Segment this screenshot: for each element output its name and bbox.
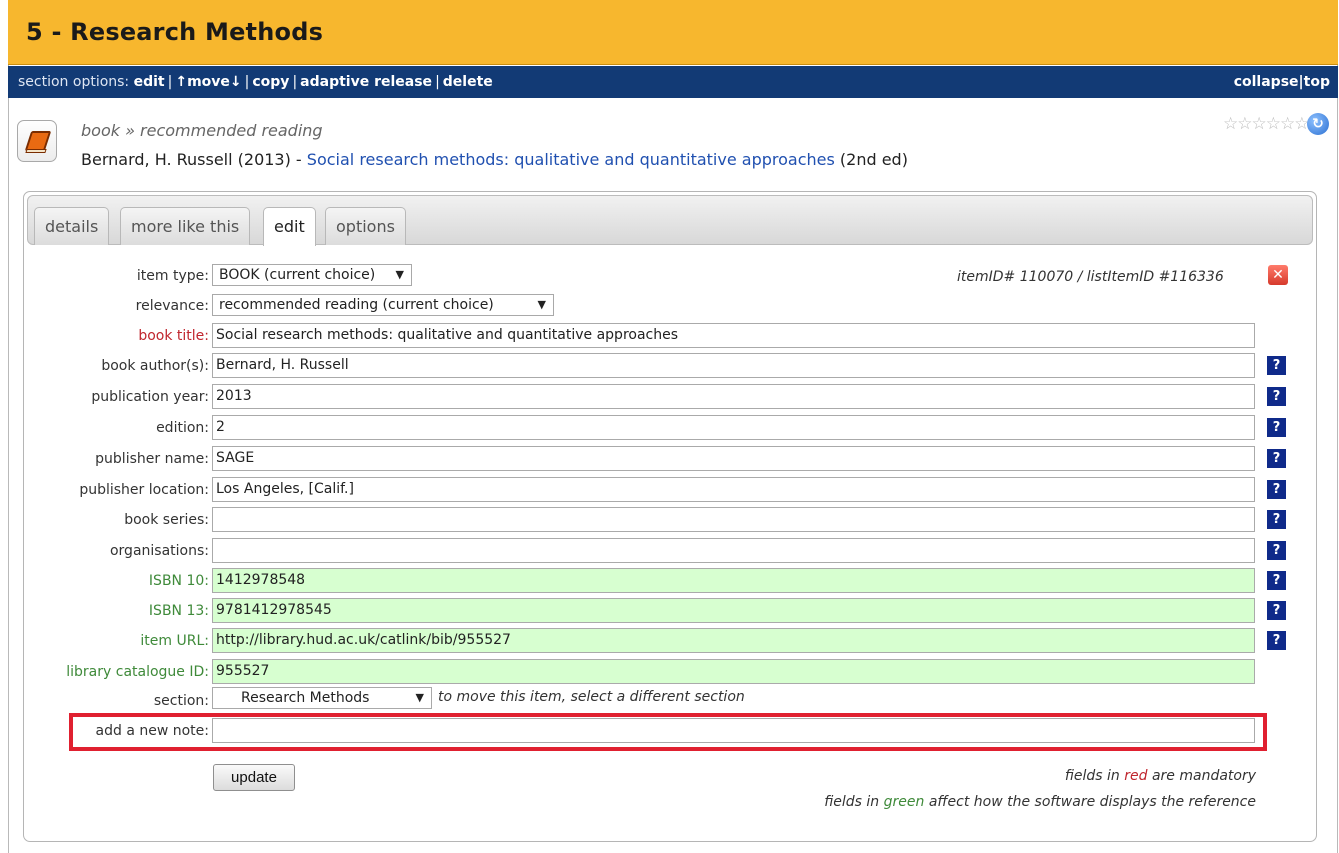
new-note-field[interactable] [212,718,1255,743]
organisations-label: organisations: [109,543,209,559]
item-breadcrumb: book » recommended reading [81,121,323,140]
display-legend: fields in green affect how the software … [824,794,1256,810]
book-series-field[interactable] [212,507,1255,532]
help-icon[interactable]: ? [1267,449,1286,468]
help-icon[interactable]: ? [1267,356,1286,375]
section-options-bar: section options: edit | ↑move↓ | copy | adapti… [8,66,1338,98]
item-type-select[interactable]: BOOK (current choice) ▼ [212,264,412,286]
refresh-icon[interactable]: ↻ [1307,113,1329,135]
citation-edition: (2nd ed) [834,150,908,169]
edition-field[interactable]: 2 [212,415,1255,440]
help-icon[interactable]: ? [1267,510,1286,529]
catalogue-id-label: library catalogue ID: [66,664,209,680]
section-title: 5 - Research Methods [26,18,324,46]
item-citation: Bernard, H. Russell (2013) - Social rese… [81,150,908,169]
chevron-down-icon: ▼ [395,268,404,281]
new-note-label: add a new note: [95,723,209,739]
isbn13-label: ISBN 13: [148,603,209,619]
legend-text: are mandatory [1147,768,1256,784]
section-label: section: [153,693,209,709]
legend-text: affect how the software displays the ref… [924,794,1256,810]
relevance-value: recommended reading (current choice) [219,297,494,313]
tab-edit[interactable]: edit [263,207,316,246]
collapse-link[interactable]: collapse [1234,74,1299,90]
isbn10-field[interactable]: 1412978548 [212,568,1255,593]
organisations-field[interactable] [212,538,1255,563]
section-header: 5 - Research Methods [8,0,1338,65]
relevance-select[interactable]: recommended reading (current choice) ▼ [212,294,554,316]
legend-text: fields in [1064,768,1125,784]
help-icon[interactable]: ? [1267,480,1286,499]
top-link[interactable]: top [1304,74,1330,90]
relevance-label: relevance: [135,298,209,314]
tab-more-like-this[interactable]: more like this [120,207,251,245]
book-icon [17,120,57,162]
tab-options[interactable]: options [325,207,406,245]
adaptive-release-link[interactable]: adaptive release [300,74,432,90]
book-title-field[interactable]: Social research methods: qualitative and… [212,323,1255,348]
catalogue-id-field[interactable]: 955527 [212,659,1255,684]
publisher-name-label: publisher name: [95,451,209,467]
item-type-value: BOOK (current choice) [219,267,376,283]
copy-section-link[interactable]: copy [252,74,289,90]
section-move-hint: to move this item, select a different se… [438,689,745,705]
section-options-label: section options: [18,74,130,90]
publication-year-label: publication year: [91,389,209,405]
help-icon[interactable]: ? [1267,601,1286,620]
mandatory-legend: fields in red are mandatory [1065,768,1256,784]
book-series-label: book series: [124,512,209,528]
update-button[interactable]: update [213,764,295,791]
item-ids: itemID# 110070 / listItemID #116336 [957,269,1224,285]
help-icon[interactable]: ? [1267,418,1286,437]
legend-green-word: green [883,794,925,810]
help-icon[interactable]: ? [1267,571,1286,590]
book-title-label: book title: [138,328,209,344]
move-section-link[interactable]: ↑move↓ [175,74,241,90]
section-value: Research Methods [241,690,370,706]
chevron-down-icon: ▼ [537,298,546,311]
edit-section-link[interactable]: edit [134,74,165,90]
publisher-name-field[interactable]: SAGE [212,446,1255,471]
citation-author-year: Bernard, H. Russell (2013) - [81,150,307,169]
book-authors-field[interactable]: Bernard, H. Russell [212,353,1255,378]
legend-red-word: red [1124,768,1148,784]
item-type-label: item type: [136,268,209,284]
item-url-label: item URL: [140,633,209,649]
delete-item-icon[interactable]: ✕ [1268,265,1288,285]
citation-title-link[interactable]: Social research methods: qualitative and… [307,150,835,169]
help-icon[interactable]: ? [1267,631,1286,650]
book-authors-label: book author(s): [101,358,209,374]
isbn10-label: ISBN 10: [148,573,209,589]
tab-details[interactable]: details [34,207,110,245]
help-icon[interactable]: ? [1267,387,1286,406]
item-url-field[interactable]: http://library.hud.ac.uk/catlink/bib/955… [212,628,1255,653]
publication-year-field[interactable]: 2013 [212,384,1255,409]
legend-text: fields in [824,794,884,810]
chevron-down-icon: ▼ [415,691,424,704]
help-icon[interactable]: ? [1267,541,1286,560]
rating-stars-icon[interactable]: ☆☆☆☆☆☆ [1223,114,1309,134]
publisher-location-label: publisher location: [79,482,209,498]
publisher-location-field[interactable]: Los Angeles, [Calif.] [212,477,1255,502]
edition-label: edition: [156,420,209,436]
isbn13-field[interactable]: 9781412978545 [212,598,1255,623]
delete-section-link[interactable]: delete [443,74,493,90]
section-select[interactable]: Research Methods ▼ [212,687,432,709]
